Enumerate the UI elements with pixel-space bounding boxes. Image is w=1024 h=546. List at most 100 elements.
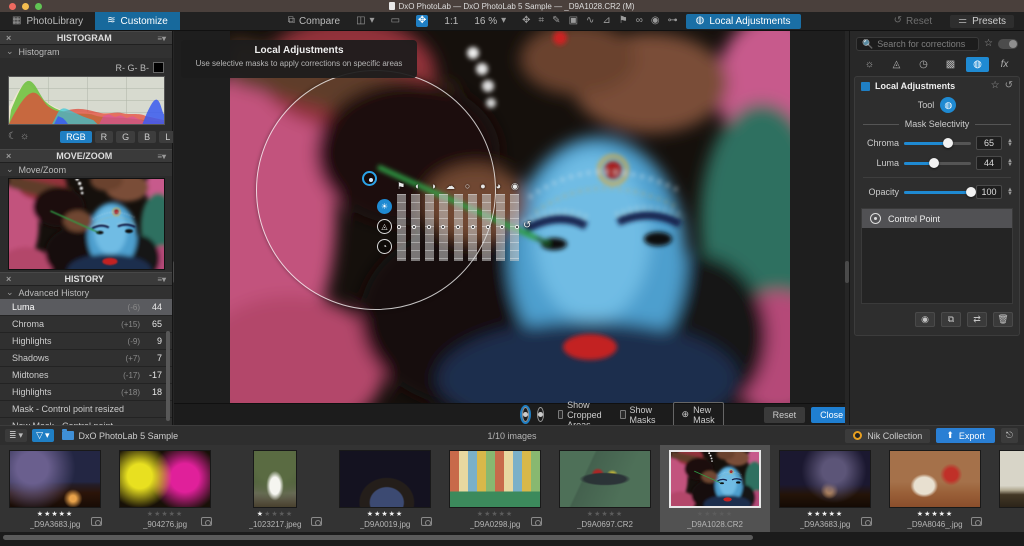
- invert-mask-button[interactable]: ⇄: [967, 312, 987, 327]
- filmstrip-thumbnail[interactable]: ★★★★★ _D9A0697.CR2: [550, 445, 660, 532]
- flag-tool-icon[interactable]: ⚑: [619, 16, 628, 26]
- slider-track[interactable]: [904, 191, 971, 194]
- filmstrip-thumbnail[interactable]: ★★★★★ _D9A1028.CR2: [660, 445, 770, 532]
- patch-tool-icon[interactable]: ▣: [569, 16, 578, 26]
- menu-icon[interactable]: ≡▾: [157, 275, 166, 284]
- star-rating[interactable]: ★★★★★: [587, 510, 623, 519]
- link-tool-icon[interactable]: ∞: [636, 16, 643, 26]
- curves-tool-icon[interactable]: ∿: [586, 16, 594, 26]
- duplicate-mask-button[interactable]: ⧉: [941, 312, 961, 327]
- history-item[interactable]: Chroma (+15) 65: [0, 316, 172, 333]
- fit-view-button[interactable]: ▭: [383, 14, 408, 29]
- movezoom-preview[interactable]: [8, 178, 165, 270]
- filmstrip-thumbnail[interactable]: ★★★★★ _D9A3683.jpg: [0, 445, 110, 532]
- filmstrip-thumbnail[interactable]: ★★★★★ _904276.jpg: [110, 445, 220, 532]
- filmstrip-scrollbar[interactable]: [3, 535, 753, 540]
- highlights-warning-icon[interactable]: ☼: [20, 132, 29, 142]
- preview-eye-icon[interactable]: ◉: [651, 16, 660, 26]
- perspective-tool-icon[interactable]: ⊿: [602, 16, 610, 26]
- move-tool-button[interactable]: ✥: [408, 14, 436, 29]
- toggle-mask-visibility-button[interactable]: ◉: [915, 312, 935, 327]
- local-adjustments-button[interactable]: ◍Local Adjustments: [686, 14, 801, 29]
- star-rating[interactable]: ★★★★★: [697, 510, 733, 519]
- tab-local-adjustments[interactable]: ◍: [966, 57, 989, 72]
- light-adjust-icon[interactable]: ☀: [377, 199, 392, 214]
- maximize-window-button[interactable]: [35, 3, 42, 10]
- mask-item-control-point[interactable]: Control Point: [862, 209, 1012, 228]
- filmstrip-thumbnail[interactable]: ★★★★★ _D9A0019.jpg: [330, 445, 440, 532]
- slider-track[interactable]: [904, 162, 971, 165]
- detail-adjust-icon[interactable]: ◔: [377, 239, 392, 254]
- hand-tool-icon[interactable]: ✥: [522, 16, 530, 26]
- reset-button[interactable]: ↺Reset: [886, 14, 941, 29]
- star-rating[interactable]: ★★★★★: [917, 510, 953, 519]
- tab-color[interactable]: ◬: [885, 57, 908, 72]
- tab-geometry[interactable]: ▩: [939, 57, 962, 72]
- history-item[interactable]: Mask - Control point resized: [0, 401, 172, 418]
- color-adjust-icon[interactable]: ◬: [377, 219, 392, 234]
- equalizer-reset-icon[interactable]: ↺: [523, 220, 531, 231]
- presets-button[interactable]: ⚌Presets: [950, 15, 1014, 28]
- palette-reset-icon[interactable]: ↺: [1005, 81, 1013, 91]
- new-mask-button[interactable]: ⊕New Mask: [673, 402, 724, 428]
- minimize-window-button[interactable]: [22, 3, 29, 10]
- filmstrip-thumbnail[interactable]: ★★★★★: [990, 445, 1024, 532]
- export-button[interactable]: ⬆Export: [936, 428, 995, 443]
- tab-effects[interactable]: fx: [993, 57, 1016, 72]
- history-item[interactable]: Highlights (+18) 18: [0, 384, 172, 401]
- history-subheader[interactable]: ⌄Advanced History: [0, 286, 172, 299]
- tab-photolibrary[interactable]: ▦PhotoLibrary: [0, 12, 95, 30]
- nik-collection-button[interactable]: Nik Collection: [845, 429, 930, 443]
- sort-control[interactable]: ≣▾: [5, 429, 27, 442]
- filmstrip-thumbnail[interactable]: ★★★★★ _D9A0298.jpg: [440, 445, 550, 532]
- star-rating[interactable]: ★★★★★: [477, 510, 513, 519]
- panel-toggle[interactable]: [998, 39, 1018, 49]
- star-rating[interactable]: ★★★★★: [37, 510, 73, 519]
- channel-g-button[interactable]: G: [116, 131, 135, 143]
- star-rating[interactable]: ★★★★★: [257, 510, 293, 519]
- control-point-handle[interactable]: [362, 171, 377, 186]
- history-item[interactable]: Highlights (-9) 9: [0, 333, 172, 350]
- slider-knob[interactable]: [929, 158, 939, 168]
- filmstrip-thumbnail[interactable]: ★★★★★ _D9A3683.jpg: [770, 445, 880, 532]
- movezoom-subheader[interactable]: ⌄Move/Zoom: [0, 163, 172, 176]
- channel-r-button[interactable]: R: [95, 131, 114, 143]
- tab-detail[interactable]: ◷: [912, 57, 935, 72]
- star-rating[interactable]: ★★★★★: [367, 510, 403, 519]
- enable-checkbox[interactable]: [861, 82, 870, 91]
- star-rating[interactable]: ★★★★★: [147, 510, 183, 519]
- slider-track[interactable]: [904, 142, 971, 145]
- viewer-reset-button[interactable]: Reset: [764, 407, 806, 423]
- current-folder[interactable]: DxO PhotoLab 5 Sample: [62, 431, 179, 441]
- compare-button[interactable]: ⧉Compare: [280, 14, 348, 29]
- histogram-subheader[interactable]: ⌄Histogram: [0, 45, 172, 58]
- channel-rgb-button[interactable]: RGB: [60, 131, 92, 143]
- crop-tool-icon[interactable]: ⌗: [539, 16, 545, 26]
- stepper-icon[interactable]: ▲▼: [1007, 188, 1013, 196]
- history-item[interactable]: Luma (-6) 44: [0, 299, 172, 316]
- control-point-tool-icon[interactable]: ◍: [940, 97, 956, 113]
- slider-knob[interactable]: [966, 187, 976, 197]
- eyedropper-tool-icon[interactable]: ✎: [552, 16, 560, 26]
- delete-mask-button[interactable]: 🗑: [993, 312, 1013, 327]
- stepper-icon[interactable]: ▲▼: [1007, 159, 1013, 167]
- filmstrip-thumbnail[interactable]: ★★★★★ _D9A8046_.jpg: [880, 445, 990, 532]
- close-window-button[interactable]: [9, 3, 16, 10]
- filter-control[interactable]: ▽▾: [32, 429, 53, 442]
- slider-value[interactable]: 100: [976, 185, 1002, 199]
- channel-b-button[interactable]: B: [138, 131, 156, 143]
- history-item[interactable]: Shadows (+7) 7: [0, 350, 172, 367]
- control-point-tool-button[interactable]: [522, 407, 529, 422]
- history-scrollbar[interactable]: [166, 331, 170, 421]
- zoom-level-select[interactable]: 16 %▾: [466, 14, 514, 29]
- filmstrip-thumbnail[interactable]: ★★★★★ _1023217.jpeg: [220, 445, 330, 532]
- zoom-one-to-one-button[interactable]: 1:1: [436, 14, 466, 29]
- slider-knob[interactable]: [943, 138, 953, 148]
- slider-value[interactable]: 65: [976, 136, 1002, 150]
- star-rating[interactable]: ★★★★★: [807, 510, 843, 519]
- tab-light[interactable]: ☼: [858, 57, 881, 72]
- blacks-warning-icon[interactable]: ☾: [8, 132, 17, 142]
- split-view-button[interactable]: ◫▾: [348, 14, 382, 29]
- tab-customize[interactable]: ≋Customize: [95, 12, 180, 30]
- menu-icon[interactable]: ≡▾: [157, 152, 166, 161]
